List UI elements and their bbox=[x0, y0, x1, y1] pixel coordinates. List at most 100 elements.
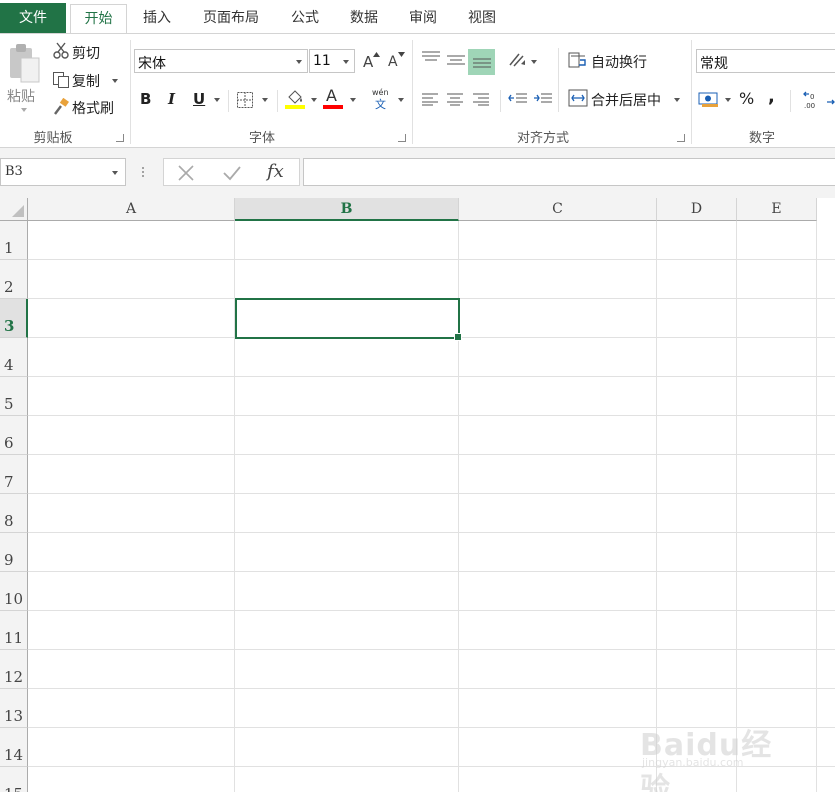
cut-button[interactable]: 剪切 bbox=[50, 42, 126, 62]
phonetic-dropdown-caret[interactable] bbox=[398, 98, 404, 102]
row-gridline bbox=[28, 610, 835, 611]
watermark-url: jingyan.baidu.com bbox=[642, 756, 744, 769]
currency-format-icon[interactable] bbox=[698, 90, 720, 108]
orientation-dropdown-caret[interactable] bbox=[531, 60, 537, 64]
row-header-11[interactable]: 11 bbox=[0, 611, 28, 650]
underline-dropdown-caret[interactable] bbox=[214, 98, 220, 102]
row-header-15[interactable]: 15 bbox=[0, 767, 28, 792]
column-header-d[interactable]: D bbox=[657, 198, 737, 221]
row-number: 6 bbox=[4, 434, 14, 452]
row-header-6[interactable]: 6 bbox=[0, 416, 28, 455]
borders-icon[interactable] bbox=[236, 91, 254, 109]
merge-center-dropdown-caret[interactable] bbox=[674, 98, 680, 102]
percent-style-button[interactable]: % bbox=[739, 89, 754, 108]
name-box-dropdown-caret[interactable] bbox=[112, 171, 118, 175]
alignment-group-label: 对齐方式 bbox=[516, 131, 569, 146]
fill-color-dropdown-caret[interactable] bbox=[311, 98, 317, 102]
phonetic-guide-button[interactable]: wén 文 bbox=[372, 88, 394, 112]
more-options-icon[interactable] bbox=[141, 166, 145, 178]
wrap-text-button[interactable]: 自动换行 bbox=[568, 50, 664, 72]
column-header-c[interactable]: C bbox=[459, 198, 657, 221]
row-header-13[interactable]: 13 bbox=[0, 689, 28, 728]
row-header-5[interactable]: 5 bbox=[0, 377, 28, 416]
copy-button[interactable]: 复制 bbox=[50, 70, 124, 90]
row-header-3[interactable]: 3 bbox=[0, 299, 28, 338]
active-cell[interactable] bbox=[235, 298, 462, 341]
shrink-font-button[interactable]: A bbox=[386, 52, 405, 72]
row-header-10[interactable]: 10 bbox=[0, 572, 28, 611]
align-left-icon[interactable] bbox=[421, 92, 439, 106]
align-top-icon[interactable] bbox=[421, 50, 441, 64]
font-size-value: 11 bbox=[313, 53, 331, 69]
merge-center-button[interactable]: 合并后居中 bbox=[568, 88, 686, 110]
row-header-4[interactable]: 4 bbox=[0, 338, 28, 377]
increase-indent-icon[interactable] bbox=[533, 92, 553, 106]
format-painter-label: 格式刷 bbox=[72, 101, 114, 117]
row-number: 11 bbox=[4, 629, 24, 647]
insert-function-button[interactable]: fx bbox=[267, 161, 284, 182]
underline-button[interactable]: U bbox=[193, 90, 205, 108]
orientation-icon[interactable] bbox=[507, 51, 527, 69]
italic-button[interactable]: I bbox=[168, 90, 175, 108]
row-gridline bbox=[28, 649, 835, 650]
align-center-icon[interactable] bbox=[446, 92, 464, 106]
currency-dropdown-caret[interactable] bbox=[725, 98, 731, 102]
grow-font-button[interactable]: A bbox=[361, 52, 380, 72]
excel-window: 文件 开始 插入 页面布局 公式 数据 审阅 视图 粘贴 剪切 复制 格式刷 剪… bbox=[0, 0, 835, 792]
tab-page-layout[interactable]: 页面布局 bbox=[193, 4, 269, 34]
select-all-button[interactable] bbox=[0, 198, 28, 221]
font-color-dropdown-caret[interactable] bbox=[350, 98, 356, 102]
comma-style-button[interactable]: , bbox=[768, 86, 775, 107]
align-bottom-button[interactable] bbox=[468, 49, 495, 75]
column-header-e[interactable]: E bbox=[737, 198, 817, 221]
decrease-indent-icon[interactable] bbox=[508, 92, 528, 106]
font-name-select[interactable]: 宋体 bbox=[134, 49, 308, 73]
format-painter-button[interactable]: 格式刷 bbox=[50, 97, 126, 117]
merge-center-label: 合并后居中 bbox=[591, 93, 661, 109]
svg-text:0: 0 bbox=[810, 93, 814, 101]
column-header-b[interactable]: B bbox=[235, 198, 459, 221]
row-header-2[interactable]: 2 bbox=[0, 260, 28, 299]
paste-button[interactable]: 粘贴 bbox=[5, 40, 43, 112]
fill-color-icon[interactable] bbox=[285, 87, 305, 109]
row-header-8[interactable]: 8 bbox=[0, 494, 28, 533]
font-name-dropdown-caret bbox=[296, 60, 302, 64]
name-box[interactable]: B3 bbox=[0, 158, 126, 186]
row-number: 10 bbox=[4, 590, 24, 608]
tab-data[interactable]: 数据 bbox=[340, 4, 388, 34]
row-header-12[interactable]: 12 bbox=[0, 650, 28, 689]
row-header-14[interactable]: 14 bbox=[0, 728, 28, 767]
row-header-9[interactable]: 9 bbox=[0, 533, 28, 572]
triangle-up-icon bbox=[373, 52, 380, 57]
row-header-1[interactable]: 1 bbox=[0, 221, 28, 260]
bold-button[interactable]: B bbox=[140, 90, 151, 108]
row-header-7[interactable]: 7 bbox=[0, 455, 28, 494]
tab-review[interactable]: 审阅 bbox=[399, 4, 447, 34]
group-separator bbox=[130, 40, 131, 144]
formula-input[interactable] bbox=[303, 158, 835, 186]
enter-check-icon[interactable] bbox=[222, 164, 242, 182]
paste-dropdown-caret[interactable] bbox=[21, 108, 27, 112]
font-size-select[interactable]: 11 bbox=[309, 49, 355, 73]
tab-view[interactable]: 视图 bbox=[458, 4, 506, 34]
alignment-dialog-launcher[interactable] bbox=[677, 134, 685, 142]
row-number: 3 bbox=[4, 317, 15, 335]
cancel-icon[interactable] bbox=[177, 164, 195, 182]
borders-dropdown-caret[interactable] bbox=[262, 98, 268, 102]
tab-insert[interactable]: 插入 bbox=[133, 4, 181, 34]
clipboard-dialog-launcher[interactable] bbox=[116, 134, 124, 142]
tab-file[interactable]: 文件 bbox=[0, 3, 66, 34]
font-group-label: 字体 bbox=[248, 131, 275, 146]
copy-dropdown-caret[interactable] bbox=[112, 79, 118, 83]
font-color-button[interactable]: A bbox=[323, 86, 345, 110]
align-middle-icon[interactable] bbox=[446, 54, 466, 68]
increase-decimal-icon[interactable]: 0 .00 bbox=[800, 90, 824, 110]
row-gridline bbox=[28, 493, 835, 494]
decrease-decimal-icon[interactable] bbox=[826, 90, 835, 110]
number-format-select[interactable]: 常规 bbox=[696, 49, 835, 73]
column-header-a[interactable]: A bbox=[28, 198, 235, 221]
align-right-icon[interactable] bbox=[472, 92, 490, 106]
tab-home[interactable]: 开始 bbox=[70, 4, 127, 35]
tab-formulas[interactable]: 公式 bbox=[281, 4, 329, 34]
font-dialog-launcher[interactable] bbox=[398, 134, 406, 142]
